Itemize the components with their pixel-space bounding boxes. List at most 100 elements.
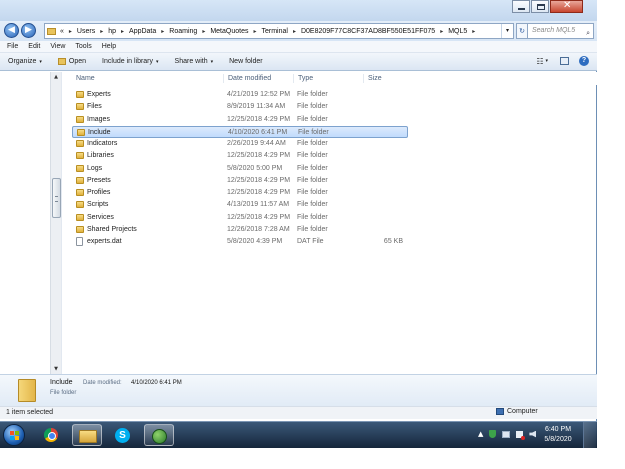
breadcrumb-separator-icon[interactable]: ▸ [202,28,205,35]
navigation-pane-scrollbar[interactable]: ▲ ▼ [50,72,61,374]
clock[interactable]: 6:40 PM 5/8/2020 [540,425,576,445]
item-name: Services [87,214,114,221]
view-controls: ☷ ▾ ? [536,56,589,66]
list-item[interactable]: Indicators 2/26/2019 9:44 AM File folder [72,138,408,150]
breadcrumb-separator-icon[interactable]: ▸ [121,28,124,35]
breadcrumb-mql5[interactable]: MQL5 [448,28,467,35]
list-item[interactable]: Presets 12/25/2018 4:29 PM File folder [72,175,408,187]
list-item[interactable]: Shared Projects 12/26/2018 7:28 AM File … [72,224,408,236]
taskbar-skype[interactable]: S [108,424,138,446]
breadcrumb-separator-icon[interactable]: ▸ [161,28,164,35]
close-button[interactable]: ✕ [550,0,583,13]
breadcrumb-users[interactable]: Users [77,28,95,35]
list-item[interactable]: Experts 4/21/2019 12:52 PM File folder [72,89,408,101]
folder-icon [76,116,84,123]
address-dropdown-icon[interactable]: ▾ [501,24,513,38]
column-header-name[interactable]: Name [72,74,95,83]
taskbar-chrome[interactable] [36,424,66,446]
open-folder-icon [57,58,66,65]
item-name: Experts [87,91,111,98]
scrollbar-thumb[interactable] [52,178,61,218]
navigation-bar: ◀ ▶ « ▸ Users ▸ hp ▸ AppData ▸ Roaming ▸… [0,21,597,41]
breadcrumb-separator-icon[interactable]: ▸ [100,28,103,35]
column-header-date-modified[interactable]: Date modified [223,74,271,83]
item-type: File folder [297,103,328,110]
menu-file[interactable]: File [7,41,18,52]
taskbar-explorer[interactable] [72,424,102,446]
new-folder-button[interactable]: New folder [229,58,262,65]
list-item[interactable]: Profiles 12/25/2018 4:29 PM File folder [72,187,408,199]
list-item[interactable]: Services 12/25/2018 4:29 PM File folder [72,212,408,224]
show-hidden-icons[interactable]: ▲ [478,430,483,438]
taskbar-metatrader[interactable] [144,424,174,446]
breadcrumb-separator-icon[interactable]: ▸ [472,28,475,35]
organize-button[interactable]: Organize ▾ [8,58,42,65]
scroll-down-icon[interactable]: ▼ [51,364,61,374]
minimize-button[interactable] [512,0,530,13]
item-type: File folder [297,91,328,98]
open-button[interactable]: Open [57,58,87,65]
start-button[interactable] [3,424,25,446]
address-bar[interactable]: « ▸ Users ▸ hp ▸ AppData ▸ Roaming ▸ Met… [44,23,514,39]
share-with-button[interactable]: Share with ▾ [175,58,214,65]
list-item[interactable]: Logs 5/8/2020 5:00 PM File folder [72,163,408,175]
breadcrumb-separator-icon[interactable]: ▸ [440,28,443,35]
chevron-down-icon[interactable]: ▾ [545,58,548,64]
search-icon[interactable]: ⌕ [586,26,590,40]
menu-tools[interactable]: Tools [75,41,91,52]
menu-help[interactable]: Help [102,41,116,52]
breadcrumb-separator-icon[interactable]: ▸ [253,28,256,35]
menu-edit[interactable]: Edit [28,41,40,52]
item-name: Files [87,103,102,110]
breadcrumb-separator-icon[interactable]: ▸ [293,28,296,35]
item-type: DAT File [297,238,324,245]
details-name: Include [50,379,73,386]
details-type: File folder [50,390,77,396]
security-icon[interactable] [489,430,497,438]
chevron-down-icon: ▾ [39,58,42,65]
item-date: 8/9/2019 11:34 AM [227,103,286,110]
change-view-icon[interactable]: ☷ [536,57,543,66]
preview-pane-icon[interactable] [560,57,569,65]
maximize-button[interactable] [531,0,549,13]
explorer-icon [79,430,97,443]
search-input[interactable]: Search MQL5 ⌕ [527,23,594,39]
back-button[interactable]: ◀ [4,23,19,38]
item-date: 4/21/2019 12:52 PM [227,91,291,98]
list-item[interactable]: experts.dat 5/8/2020 4:39 PM DAT File 65… [72,236,408,248]
list-item[interactable]: Files 8/9/2019 11:34 AM File folder [72,101,408,113]
item-name: Shared Projects [87,226,137,233]
breadcrumb-metaquotes[interactable]: MetaQuotes [210,28,248,35]
title-bar[interactable]: ✕ [0,0,597,21]
breadcrumb-terminal[interactable]: Terminal [261,28,287,35]
menu-view[interactable]: View [50,41,65,52]
forward-button[interactable]: ▶ [21,23,36,38]
organize-label: Organize [8,58,37,65]
volume-icon[interactable] [529,430,537,438]
list-item-selected[interactable]: Include 4/10/2020 6:41 PM File folder [72,126,408,138]
breadcrumb-overflow[interactable]: « [60,28,64,35]
breadcrumb-separator-icon[interactable]: ▸ [69,28,72,35]
skype-icon: S [115,428,130,443]
breadcrumb-terminal-id[interactable]: D0E8209F77C8CF37AD8BF550E51FF075 [301,28,435,35]
breadcrumb-appdata[interactable]: AppData [129,28,156,35]
action-center-icon[interactable] [516,430,526,440]
item-name: Profiles [87,189,111,196]
help-icon[interactable]: ? [579,56,589,66]
network-icon[interactable] [502,430,511,438]
explorer-window: ✕ ◀ ▶ « ▸ Users ▸ hp ▸ AppData ▸ Roaming… [0,0,597,421]
scrollbar-grip-icon [55,196,58,202]
item-type: File folder [297,165,328,172]
column-header-type[interactable]: Type [293,74,313,83]
include-in-library-button[interactable]: Include in library ▾ [102,58,158,65]
list-item[interactable]: Images 12/25/2018 4:29 PM File folder [72,114,408,126]
breadcrumb-roaming[interactable]: Roaming [169,28,197,35]
show-desktop-button[interactable] [583,422,596,448]
open-label: Open [68,58,87,65]
scroll-up-icon[interactable]: ▲ [51,72,61,82]
folder-icon [76,103,84,110]
list-item[interactable]: Libraries 12/25/2018 4:29 PM File folder [72,150,408,162]
breadcrumb-hp[interactable]: hp [108,28,116,35]
column-header-size[interactable]: Size [363,74,382,83]
list-item[interactable]: Scripts 4/13/2019 11:57 AM File folder [72,199,408,211]
